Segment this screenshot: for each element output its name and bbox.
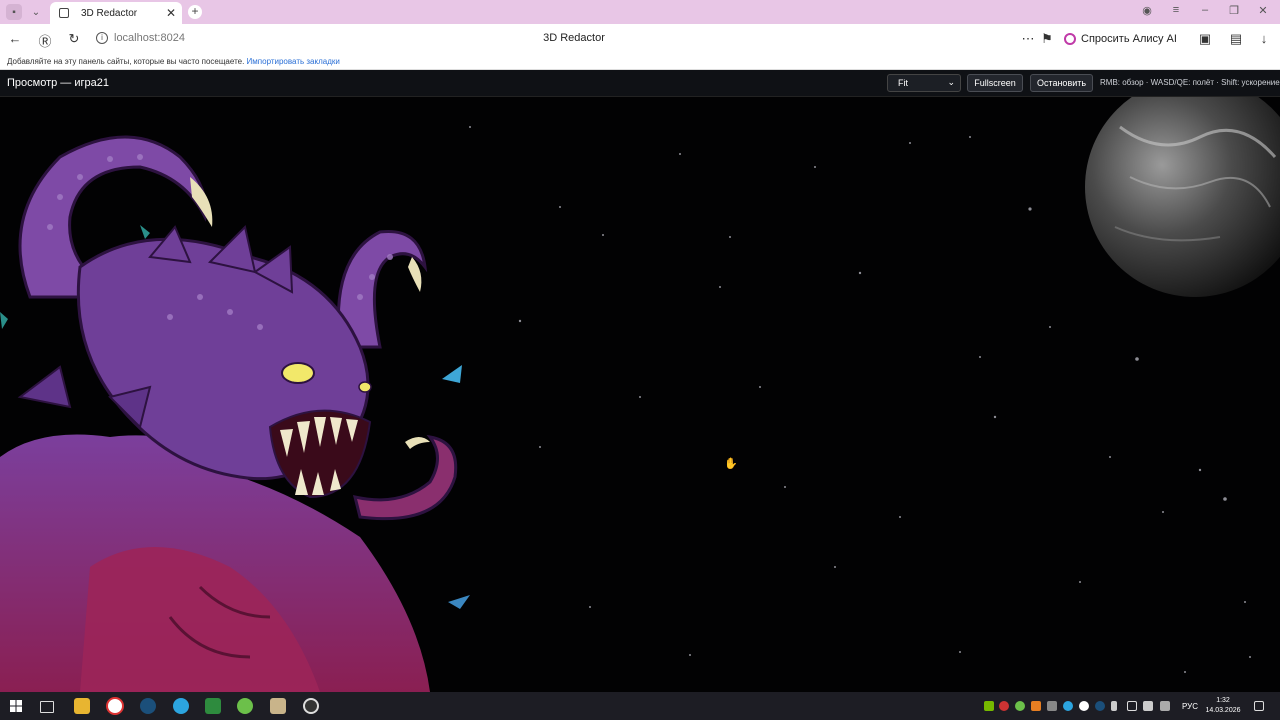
task-view-icon[interactable]	[40, 701, 54, 713]
telegram-tray-icon[interactable]	[1063, 701, 1073, 711]
restore-icon[interactable]: ❐	[1227, 4, 1241, 17]
clock-date: 14.03.2026	[1205, 707, 1241, 714]
tab-list-chevron-icon[interactable]: ⌄	[28, 4, 44, 20]
nvidia-tray-icon[interactable]	[984, 701, 994, 711]
extensions-icon[interactable]: ▤	[1228, 31, 1244, 47]
page-title: 3D Redactor	[543, 32, 605, 44]
network-icon[interactable]	[1127, 701, 1137, 711]
taskbar: РУС 1:32 14.03.2026	[0, 692, 1280, 720]
viewer-title: Просмотр — игра21	[7, 77, 109, 89]
tray-icon-4[interactable]	[1031, 701, 1041, 711]
terminal-icon[interactable]	[205, 698, 221, 714]
controls-hint: RMB: обзор · WASD/QE: полёт · Shift: уск…	[1100, 78, 1280, 87]
game-viewport[interactable]: ✋	[0, 97, 1280, 692]
tray-icon-5[interactable]	[1047, 701, 1057, 711]
language-indicator[interactable]: РУС	[1182, 702, 1198, 711]
browser-protect-icon[interactable]: ◉	[1140, 4, 1154, 17]
browser-menu-icon[interactable]: ≡	[1169, 4, 1183, 16]
tab-title: 3D Redactor	[81, 7, 138, 19]
minimize-icon[interactable]: –	[1198, 4, 1212, 16]
page-favicon-icon	[59, 8, 69, 18]
app-toolbar: Просмотр — игра21 Fit ⌄ Fullscreen Остан…	[0, 70, 1280, 97]
collections-icon[interactable]: ▣	[1197, 31, 1213, 47]
utorrent-icon[interactable]	[237, 698, 253, 714]
downloads-icon[interactable]: ↓	[1256, 31, 1272, 46]
pen-icon[interactable]	[1160, 701, 1170, 711]
new-tab-button[interactable]: +	[188, 5, 202, 19]
clock[interactable]: 1:32 14.03.2026	[1204, 696, 1242, 716]
microphone-icon[interactable]	[1111, 701, 1117, 711]
notifications-icon[interactable]	[1254, 701, 1264, 711]
tab-group-icon[interactable]: ▪	[6, 4, 22, 20]
bookmark-icon[interactable]: ⚑	[1039, 31, 1055, 47]
windows-start-icon[interactable]	[8, 698, 24, 714]
close-tab-icon[interactable]: ✕	[164, 6, 178, 20]
fit-mode-value: Fit	[898, 78, 908, 88]
hand-cursor-icon: ✋	[724, 458, 738, 470]
stop-button[interactable]: Остановить	[1030, 74, 1093, 92]
address-bar: ← Ⓡ ↻ i localhost:8024 3D Redactor ⋯ ⚑ С…	[0, 24, 1280, 54]
chevron-down-icon: ⌄	[947, 77, 955, 87]
fit-mode-select[interactable]: Fit ⌄	[887, 74, 961, 92]
steam-icon[interactable]	[140, 698, 156, 714]
alice-label: Спросить Алису AI	[1081, 33, 1177, 45]
browser-tab-strip: ▪ ⌄ 3D Redactor ✕ + ◉ ≡ – ❐ ✕	[0, 0, 1280, 24]
more-icon[interactable]: ⋯	[1020, 31, 1036, 47]
bookmarks-bar: Добавляйте на эту панель сайты, которые …	[0, 54, 1280, 70]
scene-canvas[interactable]	[0, 97, 1280, 692]
yandex-browser-icon[interactable]	[106, 697, 124, 715]
alien-monster	[0, 135, 458, 692]
import-bookmarks-link[interactable]: Импортировать закладки	[247, 57, 340, 66]
clock-time: 1:32	[1216, 697, 1230, 704]
bookmarks-prompt: Добавляйте на эту панель сайты, которые …	[7, 57, 245, 66]
planet	[1085, 97, 1280, 297]
close-window-icon[interactable]: ✕	[1256, 4, 1270, 17]
tray-icon-3[interactable]	[1015, 701, 1025, 711]
game-launcher-icon[interactable]	[303, 698, 319, 714]
fullscreen-button[interactable]: Fullscreen	[967, 74, 1023, 92]
volume-icon[interactable]	[1143, 701, 1153, 711]
app-icon[interactable]	[270, 698, 286, 714]
steam-tray-icon[interactable]	[1095, 701, 1105, 711]
ask-alice-button[interactable]: Спросить Алису AI	[1064, 30, 1177, 48]
yandex-tray-icon[interactable]	[1079, 701, 1089, 711]
telegram-icon[interactable]	[173, 698, 189, 714]
tray-icon-2[interactable]	[999, 701, 1009, 711]
alice-icon	[1064, 33, 1076, 45]
tab-3d-redactor[interactable]: 3D Redactor ✕	[50, 2, 182, 24]
file-explorer-icon[interactable]	[74, 698, 90, 714]
